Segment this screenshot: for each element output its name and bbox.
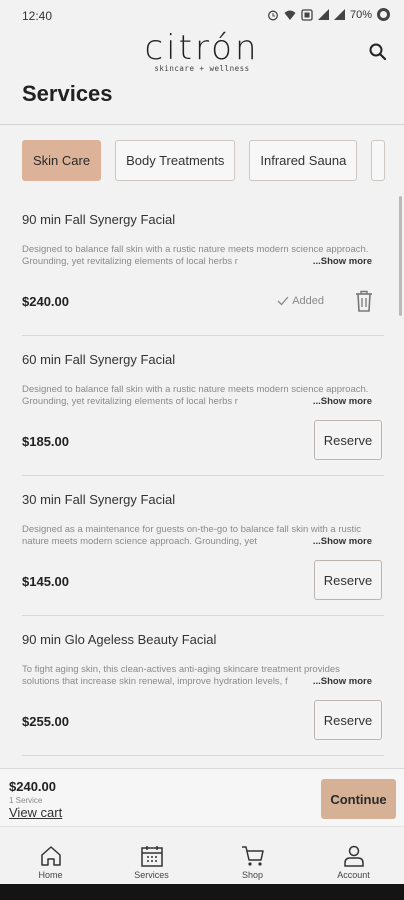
- scrollbar[interactable]: [399, 196, 402, 316]
- home-icon: [40, 846, 61, 866]
- alarm-icon: [268, 10, 278, 20]
- logo-tagline: skincare + wellness: [154, 64, 250, 73]
- bottom-nav: Home Services Shop Account: [0, 826, 404, 884]
- nav-account[interactable]: Account: [303, 827, 404, 884]
- tab-overflow[interactable]: [371, 140, 386, 181]
- continue-button[interactable]: Continue: [321, 779, 396, 819]
- system-nav-strip: [0, 884, 404, 900]
- nav-account-label: Account: [337, 870, 370, 880]
- tab-infrared-sauna[interactable]: Infrared Sauna: [249, 140, 358, 181]
- service-price: $240.00: [22, 294, 69, 309]
- description-text: To fight aging skin, this clean-actives …: [22, 664, 340, 687]
- nav-services-label: Services: [134, 870, 169, 880]
- cart-count: 1 Service: [9, 796, 43, 805]
- nav-home-label: Home: [38, 870, 63, 880]
- view-cart-link[interactable]: View cart: [9, 805, 62, 820]
- trash-icon[interactable]: [354, 289, 374, 313]
- service-item: 30 min Fall Synergy Facial Designed as a…: [22, 476, 384, 616]
- person-icon: [343, 845, 364, 867]
- page-title: Services: [22, 81, 113, 106]
- signal-2-icon: [333, 9, 345, 20]
- app-screen: 12:40 70% citrón skincare + wellness Ser…: [0, 0, 404, 884]
- tab-skin-care[interactable]: Skin Care: [22, 140, 102, 181]
- nav-shop[interactable]: Shop: [202, 827, 303, 884]
- service-title: 90 min Fall Synergy Facial: [22, 212, 176, 227]
- calendar-icon: [140, 846, 163, 867]
- service-price: $185.00: [22, 434, 69, 449]
- nav-home[interactable]: Home: [0, 827, 101, 884]
- brand-logo: citrón skincare + wellness: [0, 30, 404, 73]
- reserve-button[interactable]: Reserve: [314, 700, 382, 740]
- signal-icon: [317, 9, 329, 20]
- cart-icon: [241, 846, 264, 866]
- header-divider: [0, 124, 404, 125]
- status-icons: 70%: [267, 8, 390, 21]
- service-title: 60 min Fall Synergy Facial: [22, 352, 176, 367]
- check-icon: [277, 296, 289, 306]
- service-item: 90 min Glo Ageless Beauty Facial To figh…: [22, 616, 384, 756]
- service-title: 90 min Glo Ageless Beauty Facial: [22, 632, 217, 647]
- service-price: $145.00: [22, 574, 69, 589]
- service-item: 90 min Fall Synergy Facial Designed to b…: [22, 196, 384, 336]
- cart-total: $240.00: [9, 779, 56, 794]
- added-status: Added: [277, 295, 324, 307]
- tab-body-treatments[interactable]: Body Treatments: [115, 140, 236, 181]
- service-title: 30 min Fall Synergy Facial: [22, 492, 176, 507]
- services-list: 90 min Fall Synergy Facial Designed to b…: [0, 196, 404, 756]
- nav-services[interactable]: Services: [101, 827, 202, 884]
- reserve-button[interactable]: Reserve: [314, 560, 382, 600]
- show-more-link[interactable]: ...Show more: [310, 256, 372, 268]
- status-time: 12:40: [22, 9, 53, 23]
- logo-word: citrón: [144, 28, 260, 68]
- nav-shop-label: Shop: [241, 870, 264, 880]
- cart-summary-bar: $240.00 1 Service View cart Continue: [0, 768, 404, 826]
- service-description: To fight aging skin, this clean-actives …: [22, 664, 374, 688]
- show-more-link[interactable]: ...Show more: [310, 676, 372, 688]
- show-more-link[interactable]: ...Show more: [310, 396, 372, 408]
- service-price: $255.00: [22, 714, 69, 729]
- nfc-icon: [301, 8, 313, 21]
- service-description: Designed to balance fall skin with a rus…: [22, 244, 374, 268]
- category-tabs: Skin Care Body Treatments Infrared Sauna: [22, 140, 386, 182]
- service-description: Designed as a maintenance for guests on-…: [22, 524, 374, 548]
- wifi-icon: [284, 10, 296, 20]
- search-icon[interactable]: [366, 40, 390, 64]
- battery-icon: [377, 8, 390, 21]
- show-more-link[interactable]: ...Show more: [310, 536, 372, 548]
- battery-percent: 70%: [349, 8, 372, 21]
- service-description: Designed to balance fall skin with a rus…: [22, 384, 374, 408]
- reserve-button[interactable]: Reserve: [314, 420, 382, 460]
- added-label: Added: [292, 295, 324, 307]
- service-item: 60 min Fall Synergy Facial Designed to b…: [22, 336, 384, 476]
